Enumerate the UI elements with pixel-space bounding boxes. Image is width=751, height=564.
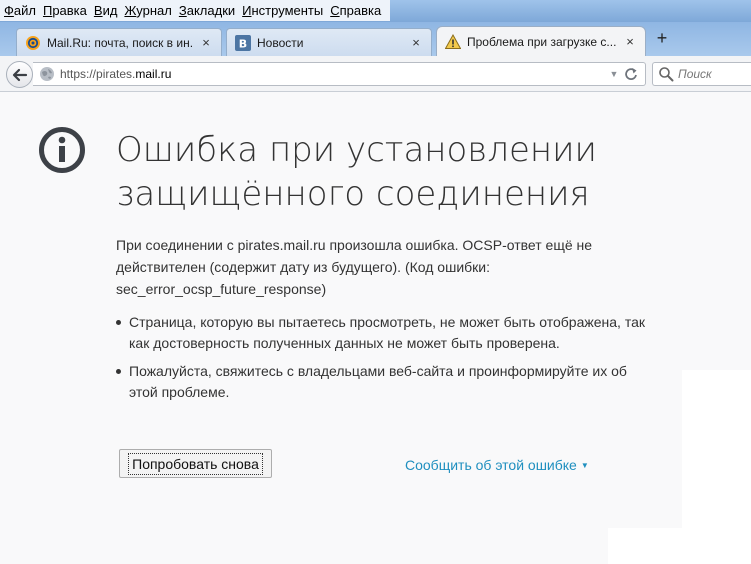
chevron-down-icon: ▼ [580,460,589,470]
report-error-link[interactable]: Сообщить об этой ошибке ▼ [405,457,589,473]
menu-view[interactable]: Вид [94,3,118,18]
warning-icon [445,33,461,50]
menu-file[interactable]: Файл [4,3,36,18]
svg-text:В: В [239,37,247,50]
tab-bar: Mail.Ru: почта, поиск в ин... × В Новост… [0,22,751,56]
back-arrow-icon [12,68,27,81]
search-bar[interactable]: Поиск [652,62,751,86]
try-again-label: Попробовать снова [128,452,263,475]
url-bar[interactable]: https://pirates.mail.ru ▼ [33,62,646,86]
menu-items: Файл Правка Вид Журнал Закладки Инструме… [0,0,390,21]
page-blank-area [608,528,682,564]
tab-title: Mail.Ru: почта, поиск в ин... [47,35,193,50]
new-tab-button[interactable]: + [654,28,670,49]
try-again-button[interactable]: Попробовать снова [119,449,272,478]
error-details-list: Страница, которую вы пытаетесь просмотре… [116,312,646,410]
back-button[interactable] [6,61,33,88]
search-placeholder: Поиск [678,67,712,81]
mailru-icon [25,35,41,51]
close-icon[interactable]: × [199,35,213,50]
tab-title: Новости [257,35,304,50]
tab-error-page[interactable]: Проблема при загрузке с... × [436,26,646,56]
error-description: При соединении с pirates.mail.ru произош… [116,237,593,297]
navigation-bar: https://pirates.mail.ru ▼ Поиск [0,56,751,92]
reload-icon[interactable] [621,64,641,84]
menu-edit[interactable]: Правка [43,3,87,18]
report-error-label: Сообщить об этой ошибке [405,457,577,473]
info-icon [38,126,86,174]
close-icon[interactable]: × [409,35,423,50]
url-text[interactable]: https://pirates.mail.ru [60,67,607,81]
tab-news[interactable]: В Новости × [226,28,432,56]
globe-icon [39,66,55,82]
menu-history[interactable]: Журнал [124,3,171,18]
menu-help[interactable]: Справка [330,3,381,18]
menu-bar: Файл Правка Вид Журнал Закладки Инструме… [0,0,751,22]
menu-bookmarks[interactable]: Закладки [179,3,235,18]
page-title: Ошибка при установлении защищённого соед… [116,130,597,214]
list-item: Пожалуйста, свяжитесь с владельцами веб-… [116,361,646,403]
menu-tools[interactable]: Инструменты [242,3,323,18]
list-item: Страница, которую вы пытаетесь просмотре… [116,312,646,354]
page-blank-area [682,370,751,564]
vk-icon: В [235,34,251,51]
history-dropdown-icon[interactable]: ▼ [607,69,621,79]
tab-title: Проблема при загрузке с... [467,34,617,49]
tab-mailru[interactable]: Mail.Ru: почта, поиск в ин... × [16,28,222,56]
search-icon [658,66,674,82]
close-icon[interactable]: × [623,34,637,49]
